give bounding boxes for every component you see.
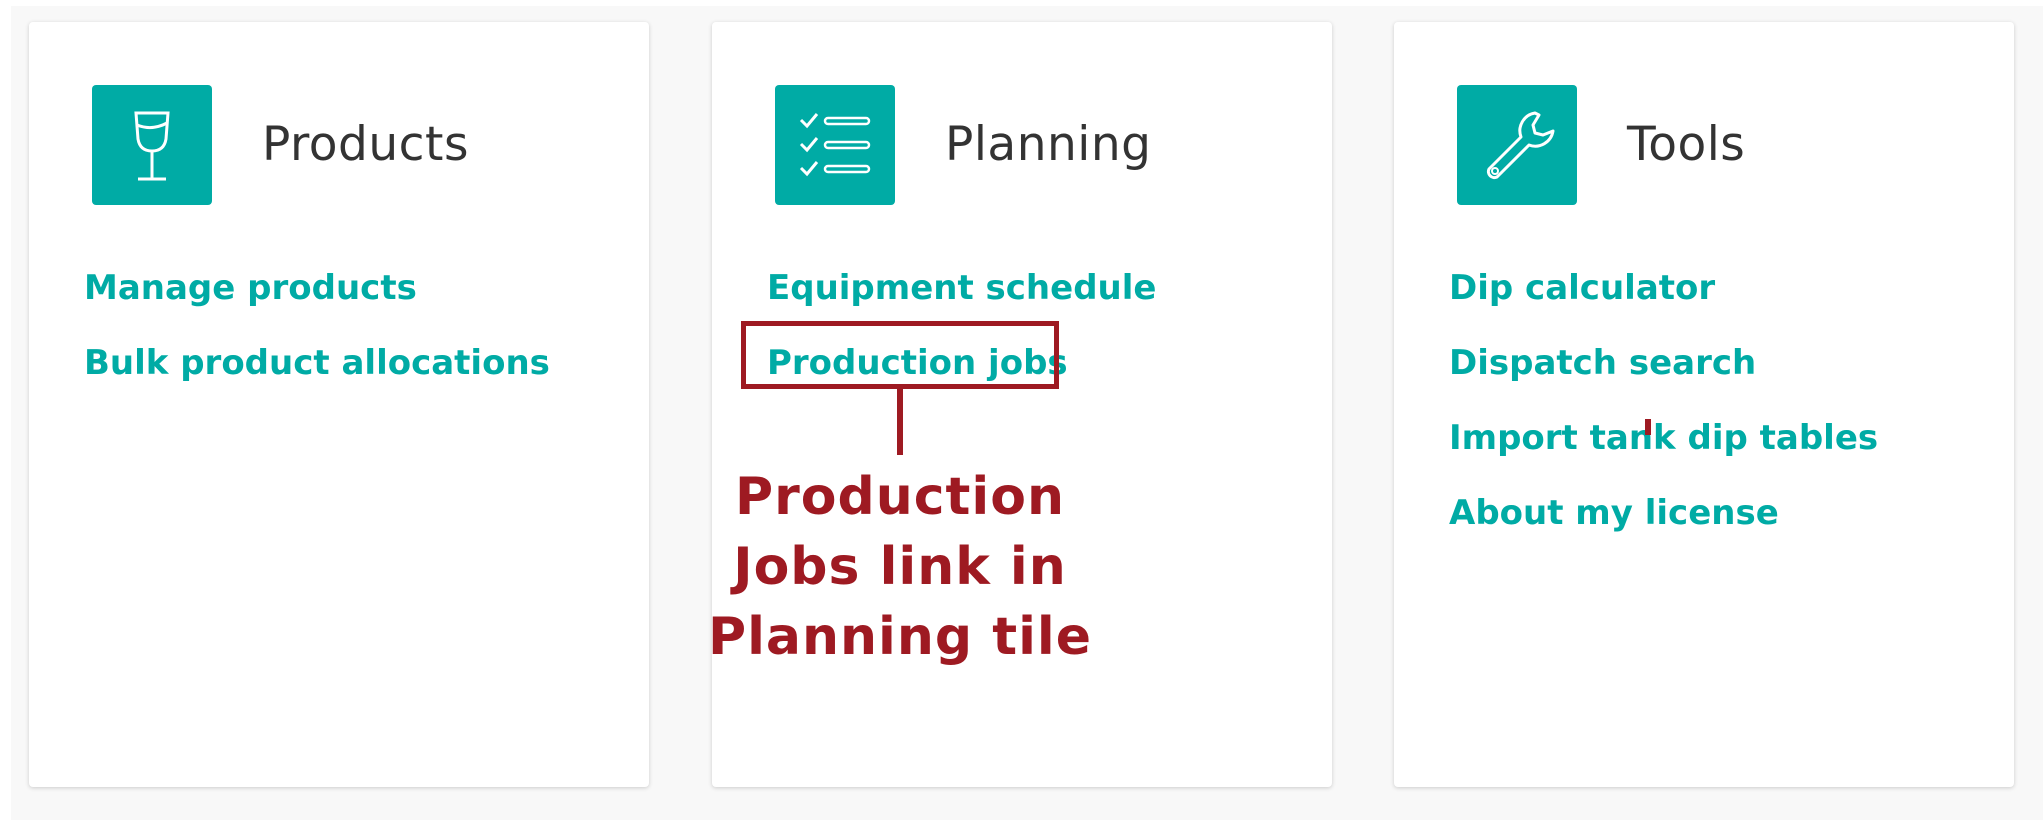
- manage-products-link[interactable]: Manage products: [84, 268, 417, 308]
- annotation-callout-line: [897, 389, 903, 455]
- tools-link-list: Dip calculator Dispatch search Import ta…: [1449, 270, 1878, 570]
- checklist-icon: [775, 85, 895, 205]
- products-tile: Products Manage products Bulk product al…: [29, 22, 649, 787]
- import-tank-dip-tables-link[interactable]: Import tank dip tables: [1449, 418, 1878, 458]
- wine-glass-icon: [92, 85, 212, 205]
- annotation-line-1: Production: [735, 467, 1065, 527]
- tile-title-planning: Planning: [945, 117, 1152, 172]
- wrench-icon: [1457, 85, 1577, 205]
- bulk-product-allocations-link[interactable]: Bulk product allocations: [84, 343, 550, 383]
- planning-tile: Planning Equipment schedule Production j…: [712, 22, 1332, 787]
- products-link-list: Manage products Bulk product allocations: [84, 270, 550, 420]
- equipment-schedule-link[interactable]: Equipment schedule: [767, 268, 1156, 308]
- annotation-callout-text: Production Jobs link in Planning tile: [690, 462, 1110, 672]
- dip-calculator-link[interactable]: Dip calculator: [1449, 268, 1715, 308]
- annotation-mark: [1645, 419, 1651, 435]
- annotation-line-2: Jobs link in: [733, 537, 1067, 597]
- tile-title-tools: Tools: [1627, 117, 1746, 172]
- annotation-highlight-box: [741, 321, 1059, 389]
- tile-title-products: Products: [262, 117, 469, 172]
- annotation-line-3: Planning tile: [707, 607, 1092, 667]
- about-my-license-link[interactable]: About my license: [1449, 493, 1779, 533]
- tools-tile: Tools Dip calculator Dispatch search Imp…: [1394, 22, 2014, 787]
- dispatch-search-link[interactable]: Dispatch search: [1449, 343, 1756, 383]
